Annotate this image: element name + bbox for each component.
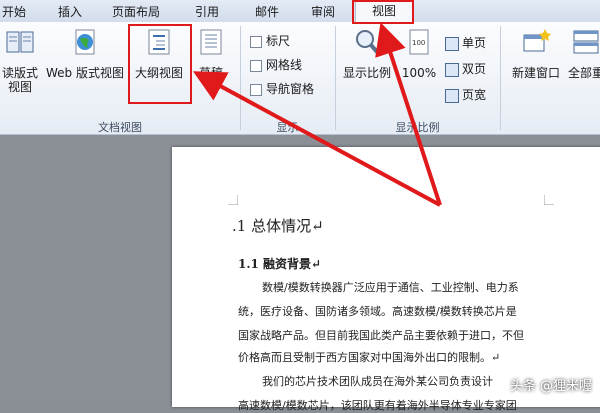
annotation-arrows	[192, 22, 442, 207]
watermark: 头条 @狸米喔	[509, 379, 592, 394]
